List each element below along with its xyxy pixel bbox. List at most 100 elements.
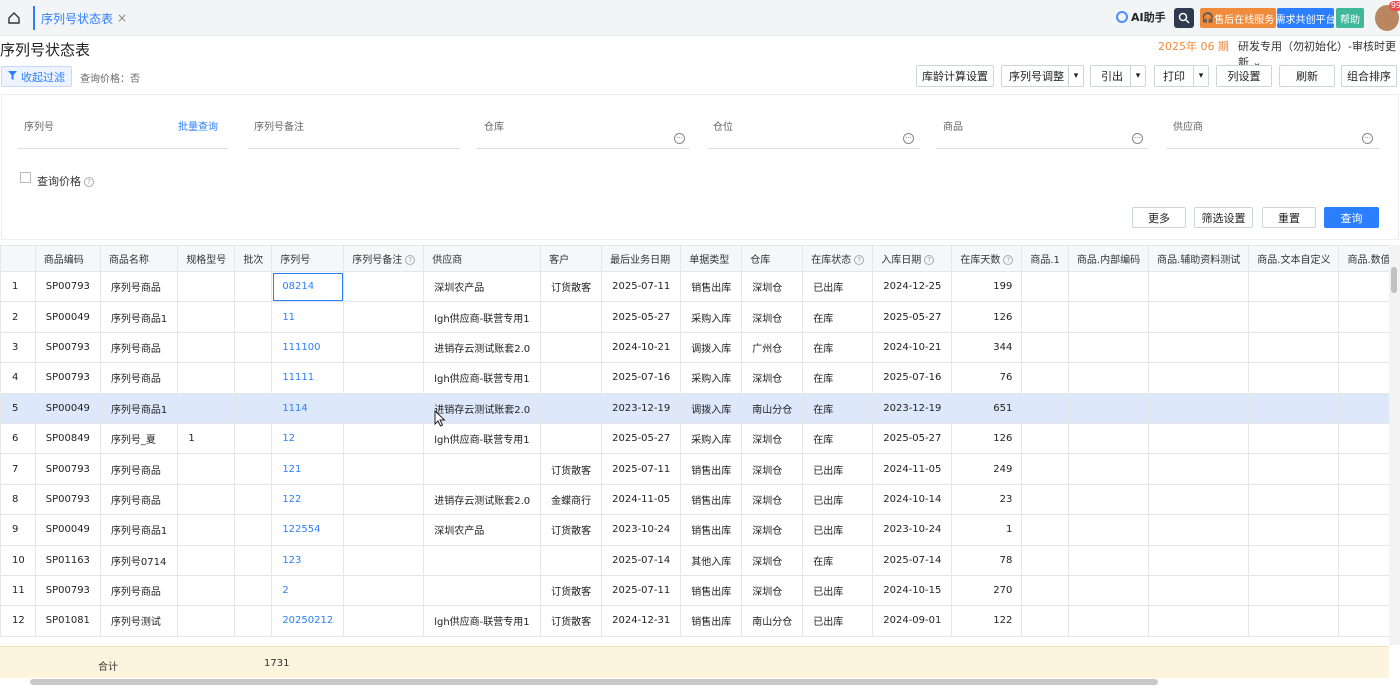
chevron-down-icon[interactable]: ▾ bbox=[1130, 66, 1145, 86]
column-header[interactable]: 商品名称 bbox=[99, 245, 179, 272]
column-header[interactable]: 客户 bbox=[540, 245, 603, 272]
table-row[interactable]: 9 SP00049 序列号商品1 122554 深圳农产品 订货散客 2023-10-24 销… bbox=[0, 514, 1389, 546]
search-button[interactable]: 查询 bbox=[1324, 207, 1379, 228]
column-header[interactable]: 入库日期? bbox=[872, 245, 953, 272]
help-icon[interactable]: ? bbox=[1003, 255, 1014, 265]
help-icon[interactable]: ? bbox=[854, 255, 865, 265]
table-cell[interactable]: 20250212 bbox=[271, 605, 345, 637]
export-label: 引出 bbox=[1101, 70, 1123, 83]
chevron-down-icon[interactable]: ▾ bbox=[1068, 66, 1083, 86]
column-header[interactable]: 在库状态? bbox=[802, 245, 874, 272]
column-header[interactable]: 最后业务日期 bbox=[601, 245, 682, 272]
refresh-button[interactable]: 刷新 bbox=[1279, 65, 1335, 87]
more-options-icon[interactable]: ··· bbox=[1132, 133, 1143, 144]
table-row[interactable]: 6 SP00849 序列号_夏 1 12 lgh供应商-联营专用1 2025-05-27 采购… bbox=[0, 422, 1389, 455]
table-row[interactable]: 2 SP00049 序列号商品1 11 lgh供应商-联营专用1 2025-05-27 采购… bbox=[0, 301, 1389, 333]
table-row[interactable]: 10 SP01163 序列号0714 123 2025-07-14 其他入库 深圳仓 在库 20… bbox=[0, 544, 1389, 576]
more-options-icon[interactable]: ··· bbox=[903, 133, 914, 144]
table-cell: 2023-12-19 bbox=[872, 392, 953, 424]
table-cell bbox=[234, 392, 273, 424]
column-header[interactable]: 商品编码 bbox=[34, 245, 101, 272]
warehouse-filter-input[interactable] bbox=[477, 148, 690, 149]
table-cell[interactable]: 11111 bbox=[271, 362, 345, 394]
close-icon[interactable]: × bbox=[117, 11, 127, 25]
product-filter-input[interactable] bbox=[936, 148, 1149, 149]
reset-button[interactable]: 重置 bbox=[1262, 207, 1316, 228]
serial-adjust-button[interactable]: 序列号调整 ▾ bbox=[1001, 65, 1084, 87]
column-header[interactable]: 商品.文本自定义 bbox=[1248, 245, 1340, 272]
filter-settings-button[interactable]: 筛选设置 bbox=[1194, 207, 1253, 228]
column-header[interactable]: 商品.1 bbox=[1021, 245, 1069, 272]
chevron-down-icon[interactable]: ▾ bbox=[1193, 66, 1208, 86]
more-options-icon[interactable]: ··· bbox=[1362, 133, 1373, 144]
column-header[interactable]: 商品.数值自定义 bbox=[1338, 245, 1389, 272]
column-settings-button[interactable]: 列设置 bbox=[1216, 65, 1272, 87]
table-cell[interactable]: 12 bbox=[271, 422, 345, 455]
column-header[interactable]: 商品.内部编码 bbox=[1067, 245, 1150, 272]
headset-icon: 🎧 bbox=[1201, 12, 1215, 24]
help-button[interactable]: 帮助 bbox=[1336, 8, 1364, 28]
avatar[interactable]: 99 bbox=[1375, 1, 1400, 31]
table-cell[interactable]: 121 bbox=[271, 453, 345, 485]
query-price-label: 查询价格? bbox=[37, 173, 94, 189]
query-price-checkbox[interactable] bbox=[20, 172, 31, 183]
table-row[interactable]: 7 SP00793 序列号商品 121 订货散客 2025-07-11 销售出库 深圳仓 已出库… bbox=[0, 453, 1389, 485]
table-row[interactable]: 5 SP00049 序列号商品1 1114 进销存云测试账套2.0 2023-12-19 调… bbox=[0, 392, 1389, 424]
column-header[interactable]: 单据类型 bbox=[680, 245, 743, 272]
after-sales-button[interactable]: 🎧 售后在线服务 bbox=[1200, 8, 1276, 28]
table-cell[interactable]: 122554 bbox=[271, 514, 345, 546]
export-button[interactable]: 引出 ▾ bbox=[1090, 65, 1146, 87]
column-header[interactable]: 在库天数? bbox=[951, 245, 1023, 272]
column-header[interactable]: 规格型号 bbox=[177, 245, 236, 272]
table-row[interactable]: 1 SP00793 序列号商品 08214 深圳农产品 订货散客 2025-07-11 销售出… bbox=[0, 270, 1389, 303]
help-icon[interactable]: ? bbox=[924, 255, 935, 265]
table-row[interactable]: 11 SP00793 序列号商品 2 订货散客 2025-07-11 销售出库 深圳仓 已出库 2… bbox=[0, 574, 1389, 607]
table-cell: 在库 bbox=[802, 392, 874, 424]
total-row: 合计 1731 bbox=[0, 646, 1389, 678]
ai-assistant-button[interactable]: AI助手 bbox=[1116, 9, 1166, 25]
table-cell[interactable]: 111100 bbox=[271, 331, 345, 364]
table-row[interactable]: 8 SP00793 序列号商品 122 进销存云测试账套2.0 金蝶商行 2024-11-0… bbox=[0, 483, 1389, 516]
home-icon[interactable] bbox=[4, 8, 24, 28]
more-button[interactable]: 更多 bbox=[1132, 207, 1186, 228]
print-button[interactable]: 打印 ▾ bbox=[1154, 65, 1209, 87]
help-icon[interactable]: ? bbox=[405, 255, 416, 265]
table-cell bbox=[234, 301, 273, 333]
column-header[interactable] bbox=[0, 245, 36, 272]
batch-query-link[interactable]: 批量查询 bbox=[178, 118, 218, 133]
serial-note-filter-input[interactable] bbox=[248, 148, 460, 149]
table-cell[interactable]: 123 bbox=[271, 544, 345, 576]
aging-settings-button[interactable]: 库龄计算设置 bbox=[916, 65, 994, 87]
vertical-scrollbar[interactable] bbox=[1389, 245, 1400, 645]
table-cell bbox=[1338, 544, 1389, 576]
table-cell bbox=[1067, 422, 1150, 455]
combined-sort-button[interactable]: 组合排序 bbox=[1341, 65, 1397, 87]
table-cell[interactable]: 08214 bbox=[271, 270, 345, 303]
column-header[interactable]: 仓库 bbox=[741, 245, 804, 272]
column-header[interactable]: 序列号 bbox=[271, 245, 345, 272]
table-row[interactable]: 4 SP00793 序列号商品 11111 lgh供应商-联营专用1 2025-07-16… bbox=[0, 362, 1389, 394]
column-header[interactable]: 供应商 bbox=[423, 245, 542, 272]
table-row[interactable]: 3 SP00793 序列号商品 111100 进销存云测试账套2.0 2024-10-21… bbox=[0, 331, 1389, 364]
scroll-thumb[interactable] bbox=[1391, 267, 1397, 293]
tab-serial-status[interactable]: 序列号状态表 × bbox=[33, 6, 133, 30]
column-header[interactable]: 序列号备注? bbox=[343, 245, 425, 272]
table-row[interactable]: 12 SP01081 序列号测试 20250212 lgh供应商-联营专用1 订货散客 20… bbox=[0, 605, 1389, 637]
location-filter-input[interactable] bbox=[707, 148, 920, 149]
collapse-filter-button[interactable]: 收起过滤 bbox=[1, 66, 72, 87]
serial-filter-input[interactable] bbox=[18, 148, 228, 149]
column-header[interactable]: 商品.辅助资料测试 bbox=[1148, 245, 1250, 272]
search-icon[interactable] bbox=[1174, 8, 1194, 28]
table-cell[interactable]: 1114 bbox=[271, 392, 345, 424]
table-cell[interactable]: 122 bbox=[271, 483, 345, 516]
demand-platform-button[interactable]: 需求共创平台 bbox=[1276, 8, 1336, 28]
more-options-icon[interactable]: ··· bbox=[674, 133, 685, 144]
supplier-filter-input[interactable] bbox=[1166, 148, 1379, 149]
table-cell[interactable]: 2 bbox=[271, 574, 345, 607]
data-grid: 商品编码 商品名称 规格型号 批次 序列号 序列号备注? 供应商 客户 最后业务日期 单据类型 仓库… bbox=[0, 245, 1389, 645]
table-cell: 2025-05-27 bbox=[872, 301, 953, 333]
horizontal-scrollbar[interactable] bbox=[30, 679, 1158, 685]
column-header[interactable]: 批次 bbox=[234, 245, 273, 272]
table-cell[interactable]: 11 bbox=[271, 301, 345, 333]
help-icon[interactable]: ? bbox=[84, 177, 94, 187]
